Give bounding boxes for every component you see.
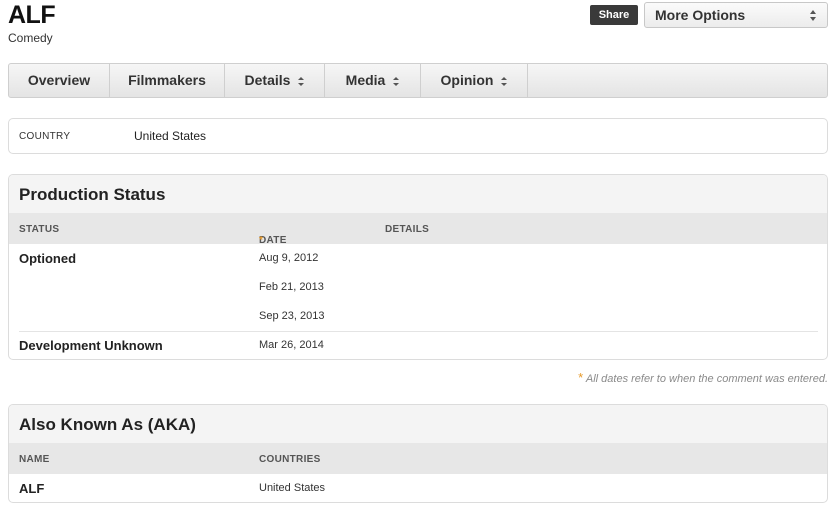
up-down-arrows-icon: [501, 77, 508, 86]
tab-label: Filmmakers: [128, 72, 206, 88]
more-options-label: More Options: [655, 7, 746, 23]
footnote-text: All dates refer to when the comment was …: [585, 373, 828, 385]
country-value: United States: [134, 129, 207, 143]
tab-label: Details: [244, 72, 291, 88]
column-header-row: NAME COUNTRIES: [9, 443, 827, 474]
section-title: Also Known As (AKA): [9, 405, 827, 443]
status-date: Mar 26, 2014: [259, 339, 324, 351]
tab-label: Overview: [27, 72, 91, 88]
tab-details[interactable]: Details: [225, 64, 325, 97]
section-title: Production Status: [9, 175, 827, 213]
tab-label: Media: [345, 72, 386, 88]
tab-label: Opinion: [440, 72, 494, 88]
tab-opinion[interactable]: Opinion: [421, 64, 528, 97]
status-date: Sep 23, 2013: [259, 310, 325, 322]
nav-tabs: Overview Filmmakers Details Media Opinio…: [8, 63, 828, 98]
column-status: STATUS: [19, 224, 60, 235]
tab-overview[interactable]: Overview: [9, 64, 110, 97]
country-panel: COUNTRY United States: [8, 118, 828, 154]
genre-label: Comedy: [8, 31, 53, 45]
aka-panel: Also Known As (AKA) NAME COUNTRIES ALF U…: [8, 404, 828, 503]
tab-filmmakers[interactable]: Filmmakers: [110, 64, 225, 97]
share-button[interactable]: Share: [590, 5, 638, 25]
aka-name: ALF: [19, 481, 45, 496]
dates-footnote: * All dates refer to when the comment wa…: [578, 370, 828, 385]
footnote-marker: *: [578, 370, 584, 385]
status-label: Development Unknown: [19, 338, 163, 353]
row-divider: [19, 331, 818, 332]
production-status-panel: Production Status STATUS DATE * DETAILS …: [8, 174, 828, 360]
status-date: Aug 9, 2012: [259, 252, 319, 264]
column-countries: COUNTRIES: [259, 454, 321, 465]
country-label: COUNTRY: [19, 131, 71, 142]
up-down-arrows-icon: [393, 77, 400, 86]
up-down-arrows-icon: [810, 10, 817, 21]
column-header-row: STATUS DATE * DETAILS: [9, 213, 827, 246]
date-footnote-marker: *: [259, 235, 264, 246]
tab-media[interactable]: Media: [325, 64, 421, 97]
status-date: Feb 21, 2013: [259, 281, 324, 293]
more-options-select[interactable]: More Options: [644, 2, 828, 28]
status-label: Optioned: [19, 251, 77, 266]
column-details: DETAILS: [385, 224, 430, 235]
aka-countries: United States: [259, 482, 326, 494]
page-title: ALF: [8, 1, 56, 29]
column-name: NAME: [19, 454, 50, 465]
up-down-arrows-icon: [298, 77, 305, 86]
